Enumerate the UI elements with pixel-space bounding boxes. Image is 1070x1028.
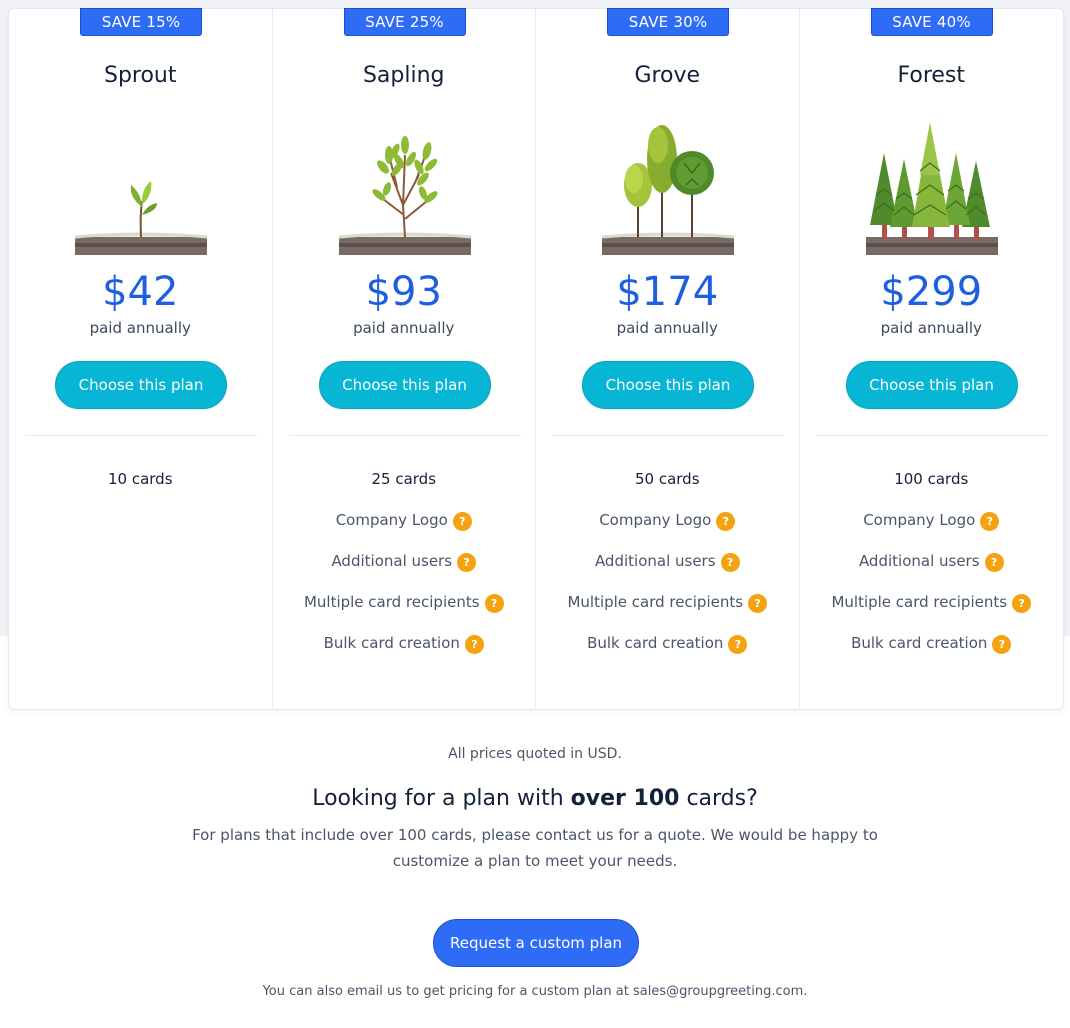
savings-badge: SAVE 15%	[80, 8, 202, 36]
feature-card-count: 50 cards	[634, 470, 700, 488]
choose-plan-button[interactable]: Choose this plan	[582, 361, 754, 409]
feature-multiple-recipients: Multiple card recipients?	[536, 592, 799, 633]
help-icon[interactable]: ?	[452, 512, 472, 531]
plan-name: Forest	[897, 63, 965, 88]
feature-list: 25 cards Company Logo? Additional users?…	[273, 469, 536, 674]
feature-company-logo: Company Logo?	[800, 510, 1064, 551]
help-icon[interactable]: ?	[720, 553, 740, 572]
feature-additional-users: Additional users?	[273, 551, 536, 592]
request-custom-plan-button[interactable]: Request a custom plan	[433, 919, 639, 967]
divider	[25, 435, 257, 436]
feature-company-logo: Company Logo?	[536, 510, 799, 551]
plan-card-sprout: SAVE 15% Sprout $42 paid annually Choose…	[9, 8, 273, 709]
savings-badge: SAVE 25%	[343, 8, 466, 36]
sales-email-link[interactable]: sales@groupgreeting.com	[633, 984, 803, 999]
help-icon[interactable]: ?	[748, 594, 768, 613]
plan-price: $93	[365, 269, 442, 315]
help-icon[interactable]: ?	[464, 635, 484, 654]
email-note: You can also email us to get pricing for…	[262, 984, 808, 999]
feature-additional-users: Additional users?	[536, 551, 799, 592]
feature-list: 50 cards Company Logo? Additional users?…	[536, 469, 799, 674]
feature-additional-users: Additional users?	[800, 551, 1064, 592]
feature-list: 10 cards	[9, 469, 272, 510]
billing-period: paid annually	[616, 319, 718, 337]
plan-name: Sapling	[362, 63, 445, 88]
sapling-icon	[338, 136, 471, 255]
plan-card-forest: SAVE 40% Forest $299 paid annually Choos…	[800, 8, 1064, 709]
choose-plan-button[interactable]: Choose this plan	[55, 361, 227, 409]
divider	[815, 435, 1048, 436]
currency-note: All prices quoted in USD.	[448, 746, 622, 762]
feature-multiple-recipients: Multiple card recipients?	[800, 592, 1064, 633]
plan-price: $299	[880, 269, 983, 315]
feature-list: 100 cards Company Logo? Additional users…	[800, 469, 1064, 674]
feature-bulk-creation: Bulk card creation?	[800, 633, 1064, 674]
feature-card-count: 25 cards	[371, 470, 437, 488]
plan-card-sapling: SAVE 25% Sapling $93 paid annually Choos…	[273, 8, 536, 709]
grove-icon	[601, 125, 735, 255]
help-icon[interactable]: ?	[1012, 594, 1032, 613]
feature-multiple-recipients: Multiple card recipients?	[273, 592, 536, 633]
billing-period: paid annually	[353, 319, 455, 337]
divider	[552, 435, 784, 436]
feature-company-logo: Company Logo?	[273, 510, 536, 551]
choose-plan-button[interactable]: Choose this plan	[318, 361, 491, 409]
help-icon[interactable]: ?	[716, 512, 736, 531]
divider	[288, 435, 521, 436]
plan-price: $174	[616, 269, 719, 315]
help-icon[interactable]: ?	[980, 512, 1000, 531]
plan-name: Sprout	[103, 63, 177, 88]
savings-badge: SAVE 40%	[870, 8, 993, 36]
custom-plan-heading: Looking for a plan with over 100 cards?	[312, 786, 758, 811]
feature-bulk-creation: Bulk card creation?	[536, 633, 799, 674]
custom-plan-description: For plans that include over 100 cards, p…	[192, 826, 878, 870]
help-icon[interactable]: ?	[728, 635, 748, 654]
billing-period: paid annually	[880, 319, 982, 337]
feature-card-count: 10 cards	[107, 470, 173, 488]
plan-name: Grove	[634, 63, 701, 88]
feature-card-count: 100 cards	[894, 470, 969, 488]
sprout-icon	[74, 181, 208, 255]
plan-price: $42	[102, 269, 179, 315]
help-icon[interactable]: ?	[992, 635, 1012, 654]
savings-badge: SAVE 30%	[607, 8, 729, 36]
help-icon[interactable]: ?	[484, 594, 504, 613]
pricing-plans: SAVE 15% Sprout $42 paid annually Choose…	[8, 8, 1064, 710]
forest-icon	[865, 123, 998, 255]
help-icon[interactable]: ?	[457, 553, 477, 572]
plan-card-grove: SAVE 30% Grove $174 paid annually Choose…	[536, 8, 800, 709]
help-icon[interactable]: ?	[984, 553, 1004, 572]
feature-bulk-creation: Bulk card creation?	[273, 633, 536, 674]
billing-period: paid annually	[89, 319, 191, 337]
choose-plan-button[interactable]: Choose this plan	[845, 361, 1018, 409]
